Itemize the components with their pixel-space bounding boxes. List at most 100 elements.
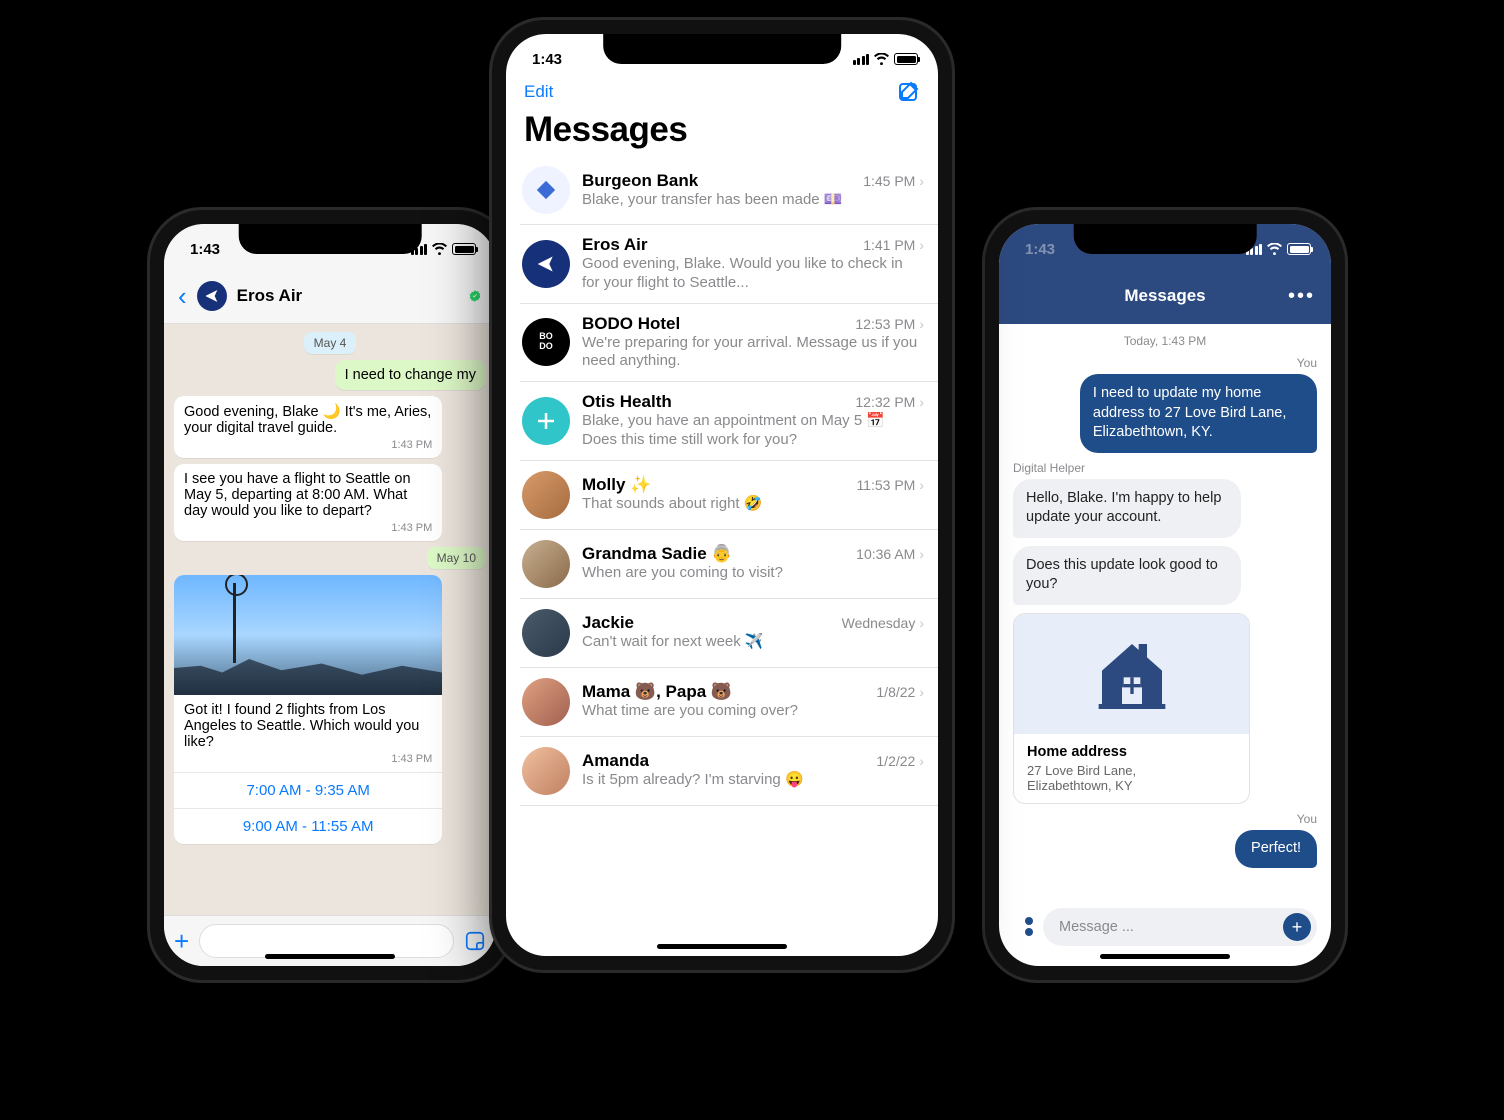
chat-body: May 4 I need to change my Good evening, …	[164, 324, 496, 915]
conversation-time: 12:53 PM ›	[855, 316, 924, 332]
conversation-row[interactable]: BODO BODO Hotel 12:53 PM › We're prepari…	[520, 304, 938, 383]
conversation-name: Grandma Sadie 👵	[582, 544, 733, 564]
conversation-preview: What time are you coming over?	[582, 702, 924, 721]
conversation-row[interactable]: Mama 🐻, Papa 🐻 1/8/22 › What time are yo…	[520, 668, 938, 737]
address-card[interactable]: Home address 27 Love Bird Lane, Elizabet…	[1013, 613, 1250, 804]
conversation-preview: Is it 5pm already? I'm starving 😛	[582, 771, 924, 790]
chat-header: ‹ Eros Air	[164, 268, 496, 324]
message-input[interactable]	[199, 924, 454, 958]
chevron-right-icon: ›	[919, 237, 924, 253]
image-thumbnail	[174, 575, 442, 695]
message-input[interactable]: Message ... +	[1043, 908, 1317, 946]
conversation-list[interactable]: Burgeon Bank 1:45 PM › Blake, your trans…	[506, 156, 938, 956]
phone-messages-list: 1:43 Edit Messages Burgeon Bank	[492, 20, 952, 970]
quick-action-button[interactable]	[1013, 917, 1033, 937]
card-title: Home address	[1027, 744, 1236, 760]
conversation-row[interactable]: Jackie Wednesday › Can't wait for next w…	[520, 599, 938, 668]
message-card[interactable]: Got it! I found 2 flights from Los Angel…	[174, 575, 442, 844]
message-outgoing[interactable]: I need to update my home address to 27 L…	[1080, 374, 1317, 453]
conversation-row[interactable]: Burgeon Bank 1:45 PM › Blake, your trans…	[520, 156, 938, 225]
chevron-right-icon: ›	[919, 753, 924, 769]
house-icon	[1092, 634, 1172, 714]
attach-button[interactable]: +	[174, 926, 189, 957]
chat-avatar[interactable]	[197, 281, 227, 311]
conversation-row[interactable]: Amanda 1/2/22 › Is it 5pm already? I'm s…	[520, 737, 938, 806]
conversation-row[interactable]: Eros Air 1:41 PM › Good evening, Blake. …	[520, 225, 938, 304]
status-time: 1:43	[1025, 241, 1055, 258]
chat-date: Today, 1:43 PM	[1013, 334, 1317, 348]
sender-label: Digital Helper	[1013, 461, 1317, 475]
conversation-preview: Blake, your transfer has been made 💷	[582, 191, 924, 210]
conversation-avatar	[522, 609, 570, 657]
compose-button[interactable]	[896, 80, 920, 104]
sender-label: You	[1013, 812, 1317, 826]
conversation-time: 1:41 PM ›	[863, 237, 924, 253]
conversation-avatar	[522, 747, 570, 795]
conversation-avatar	[522, 397, 570, 445]
conversation-avatar: BODO	[522, 318, 570, 366]
card-body: 27 Love Bird Lane, Elizabethtown, KY	[1027, 763, 1236, 793]
chevron-right-icon: ›	[919, 546, 924, 562]
conversation-preview: Blake, you have an appointment on May 5 …	[582, 412, 924, 450]
message-outgoing[interactable]: I need to change my	[335, 360, 486, 390]
wifi-icon	[432, 243, 447, 255]
back-button[interactable]: ‹	[178, 283, 187, 309]
battery-icon	[894, 53, 918, 65]
conversation-name: BODO Hotel	[582, 314, 680, 334]
chevron-right-icon: ›	[919, 477, 924, 493]
conversation-name: Amanda	[582, 751, 649, 771]
conversation-preview: Can't wait for next week ✈️	[582, 633, 924, 652]
conversation-preview: When are you coming to visit?	[582, 564, 924, 583]
more-button[interactable]: •••	[1288, 285, 1315, 308]
conversation-time: Wednesday ›	[842, 615, 924, 631]
conversation-row[interactable]: Grandma Sadie 👵 10:36 AM › When are you …	[520, 530, 938, 599]
message-incoming[interactable]: Hello, Blake. I'm happy to help update y…	[1013, 479, 1241, 538]
message-incoming[interactable]: I see you have a flight to Seattle on Ma…	[174, 464, 442, 541]
conversation-time: 1/2/22 ›	[876, 753, 924, 769]
conversation-avatar	[522, 166, 570, 214]
conversation-name: Otis Health	[582, 392, 672, 412]
chevron-right-icon: ›	[919, 316, 924, 332]
date-chip: May 10	[427, 547, 486, 569]
chevron-right-icon: ›	[919, 684, 924, 700]
verified-icon	[468, 289, 482, 303]
header-title: Messages	[1124, 286, 1205, 306]
conversation-preview: Good evening, Blake. Would you like to c…	[582, 255, 924, 293]
chat-body: Today, 1:43 PM You I need to update my h…	[999, 324, 1331, 898]
quick-reply-button[interactable]: 7:00 AM - 9:35 AM	[174, 772, 442, 808]
chevron-right-icon: ›	[919, 173, 924, 189]
message-incoming[interactable]: Does this update look good to you?	[1013, 546, 1241, 605]
conversation-time: 1:45 PM ›	[863, 173, 924, 189]
chevron-right-icon: ›	[919, 394, 924, 410]
conversation-name: Burgeon Bank	[582, 171, 698, 191]
conversation-time: 10:36 AM ›	[856, 546, 924, 562]
battery-icon	[452, 243, 476, 255]
conversation-row[interactable]: Otis Health 12:32 PM › Blake, you have a…	[520, 382, 938, 461]
conversation-avatar	[522, 678, 570, 726]
date-chip: May 4	[304, 332, 357, 354]
conversation-name: Molly ✨	[582, 475, 651, 495]
sender-label: You	[1013, 356, 1317, 370]
conversation-row[interactable]: Molly ✨ 11:53 PM › That sounds about rig…	[520, 461, 938, 530]
battery-icon	[1287, 243, 1311, 255]
edit-button[interactable]: Edit	[524, 82, 553, 102]
wifi-icon	[874, 53, 889, 65]
status-time: 1:43	[190, 241, 220, 258]
conversation-name: Mama 🐻, Papa 🐻	[582, 682, 732, 702]
signal-icon	[853, 54, 870, 65]
conversation-time: 11:53 PM ›	[856, 477, 924, 493]
phone-whatsapp: 1:43 ‹ Eros Air May 4 I need to change m…	[150, 210, 510, 980]
page-title: Messages	[506, 108, 938, 156]
conversation-preview: That sounds about right 🤣	[582, 495, 924, 514]
quick-reply-button[interactable]: 9:00 AM - 11:55 AM	[174, 808, 442, 844]
conversation-name: Eros Air	[582, 235, 648, 255]
conversation-preview: We're preparing for your arrival. Messag…	[582, 334, 924, 372]
message-outgoing[interactable]: Perfect!	[1235, 830, 1317, 868]
wifi-icon	[1267, 243, 1282, 255]
conversation-avatar	[522, 240, 570, 288]
chat-title[interactable]: Eros Air	[237, 286, 458, 306]
message-incoming[interactable]: Good evening, Blake 🌙 It's me, Aries, yo…	[174, 396, 442, 458]
sticker-button[interactable]	[464, 930, 486, 952]
status-time: 1:43	[532, 51, 562, 68]
send-button[interactable]: +	[1283, 913, 1311, 941]
